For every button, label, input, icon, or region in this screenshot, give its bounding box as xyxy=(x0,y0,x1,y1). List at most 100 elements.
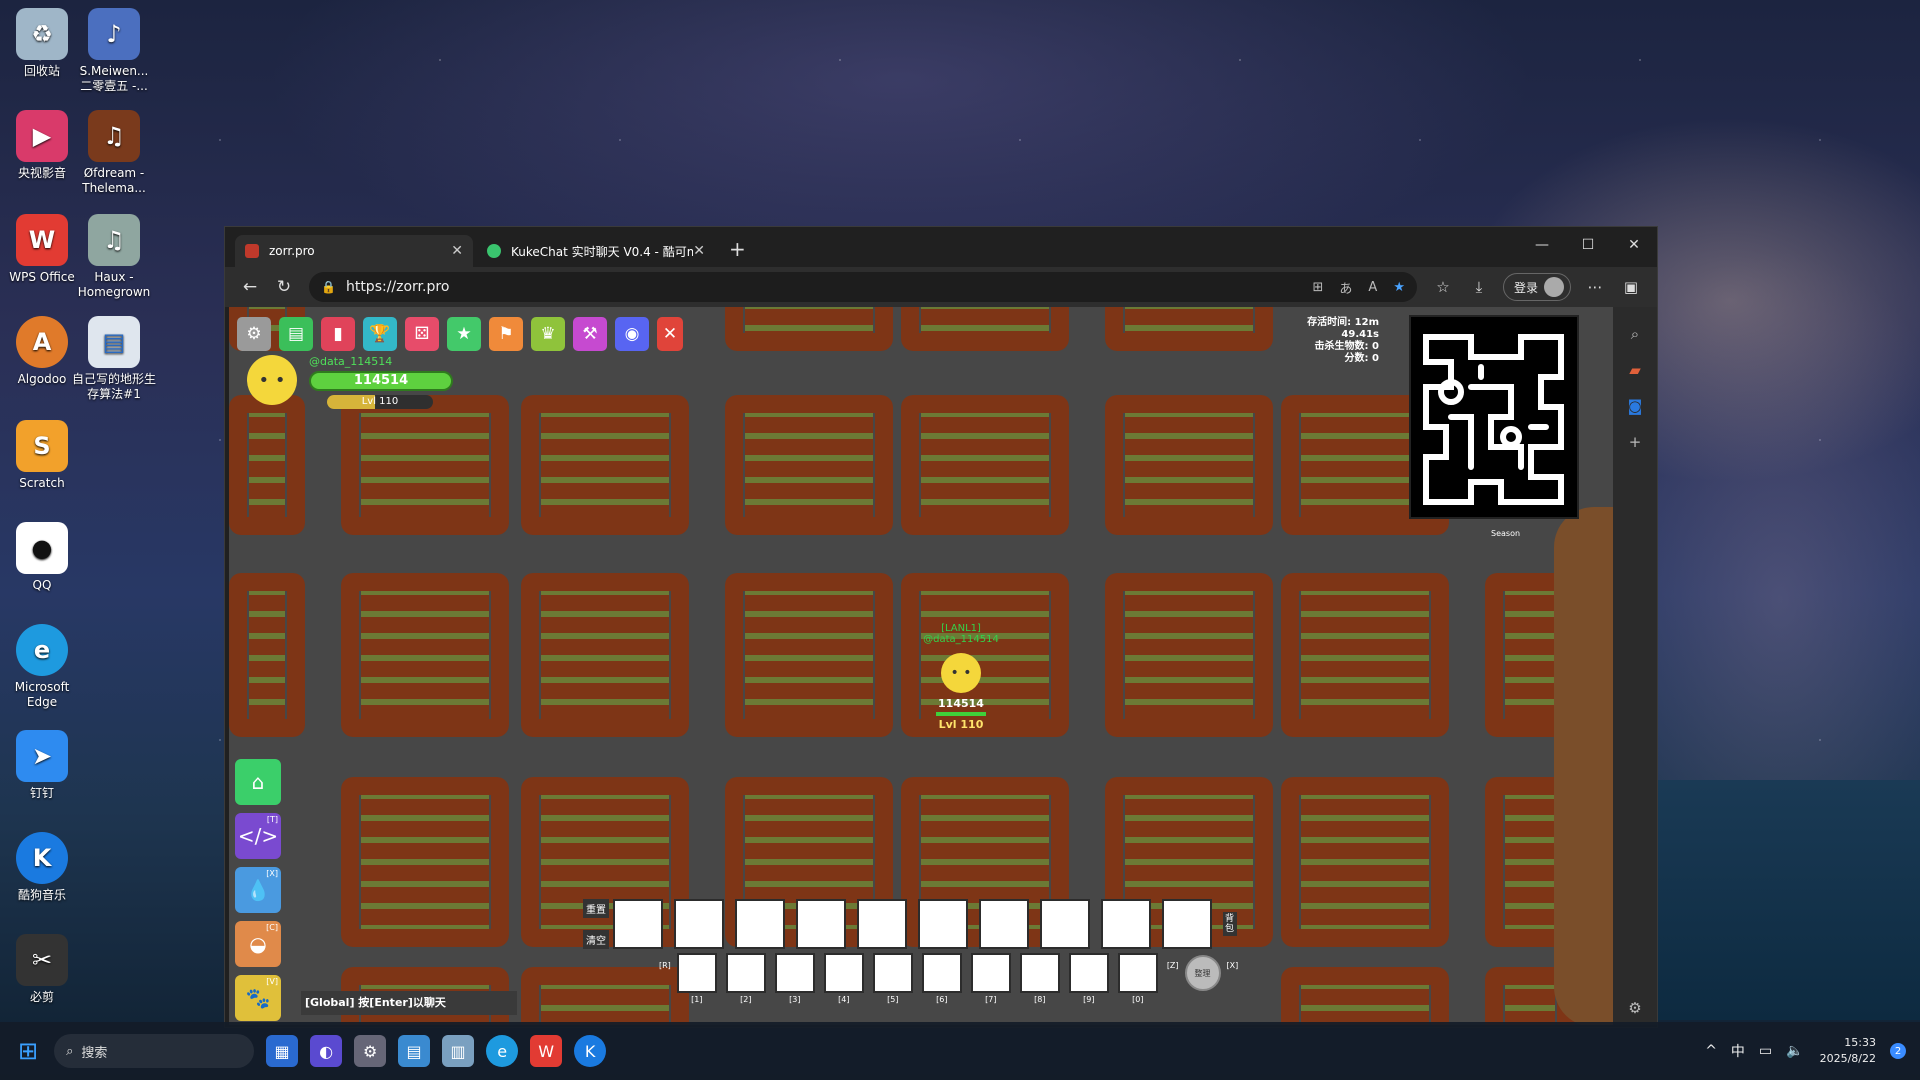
desktop-icon-bijian[interactable]: ✂ 必剪 xyxy=(0,934,84,1005)
chat-icon[interactable]: ▤ xyxy=(279,317,313,351)
favorites-icon[interactable]: ☆ xyxy=(1425,278,1461,296)
explorer-icon[interactable]: ▤ xyxy=(398,1035,431,1067)
reset-button[interactable]: 重置 xyxy=(583,899,609,918)
app-view-icon[interactable]: ⊞ xyxy=(1313,280,1324,295)
inventory-slot[interactable] xyxy=(1162,899,1212,949)
desktop-icon-meiwen[interactable]: ♪ S.Meiwen... 二零壹五 -... xyxy=(72,8,156,94)
volume-icon[interactable]: 🔈 xyxy=(1786,1043,1803,1059)
favorite-star-icon[interactable]: ★ xyxy=(1393,280,1405,295)
sort-button[interactable]: 整理 xyxy=(1184,955,1221,991)
clock[interactable]: 15:33 2025/8/22 xyxy=(1820,1035,1876,1067)
settings-gear-icon[interactable]: ⚙ xyxy=(237,317,271,351)
inventory-slot[interactable] xyxy=(857,899,907,949)
new-tab-button[interactable]: + xyxy=(719,237,756,267)
desktop-icon-edge[interactable]: e Microsoft Edge xyxy=(0,624,84,710)
shop-icon[interactable]: ⌂ xyxy=(235,759,281,805)
inventory-slot[interactable] xyxy=(735,899,785,949)
hotbar-slot[interactable]: [7] xyxy=(970,953,1011,1004)
desktop-icon-haux[interactable]: ♫ Haux - Homegrown xyxy=(72,214,156,300)
translate-icon[interactable]: あ xyxy=(1339,278,1352,297)
read-aloud-icon[interactable]: A xyxy=(1368,280,1377,295)
code-icon[interactable]: </> [T] xyxy=(235,813,281,859)
sidebar-toggle-icon[interactable]: ▣ xyxy=(1613,278,1649,296)
crown-icon[interactable]: ♛ xyxy=(531,317,565,351)
close-tab-icon[interactable]: ✕ xyxy=(451,243,463,259)
star-icon[interactable]: ★ xyxy=(447,317,481,351)
qq-penguin-icon: ● xyxy=(16,522,68,574)
add-icon[interactable]: + xyxy=(1613,433,1657,451)
settings-gear-icon[interactable]: ⚙ xyxy=(354,1035,387,1067)
inventory-slot[interactable] xyxy=(613,899,663,949)
maximize-icon[interactable]: ☐ xyxy=(1565,227,1611,263)
settings-gear-icon[interactable]: ⚙ xyxy=(1613,999,1657,1017)
hotbar-slot[interactable]: [1] xyxy=(676,953,717,1004)
desktop-icon-ofdream[interactable]: ♫ Øfdream - Thelema... xyxy=(72,110,156,196)
desktop-icon-dingtalk[interactable]: ➤ 钉钉 xyxy=(0,730,84,801)
inventory-slot[interactable] xyxy=(918,899,968,949)
hotbar-slot[interactable]: [2] xyxy=(725,953,766,1004)
discord-icon[interactable]: ◉ xyxy=(615,317,649,351)
desktop-icon-scratch[interactable]: S Scratch xyxy=(0,420,84,491)
file-icon[interactable]: ▥ xyxy=(442,1035,475,1067)
taskbar-search[interactable]: ⌕ 搜索 xyxy=(54,1034,255,1068)
outlook-icon[interactable]: ◙ xyxy=(1613,397,1657,415)
inventory-slot[interactable] xyxy=(1101,899,1151,949)
download-icon[interactable]: ⤓ xyxy=(1461,278,1497,296)
flag-icon[interactable]: ⚑ xyxy=(489,317,523,351)
system-tray: ^ 中 ▭ 🔈 15:33 2025/8/22 2 xyxy=(1691,1022,1906,1080)
back-icon[interactable]: ← xyxy=(233,277,267,297)
bijian-logo-icon: ✂ xyxy=(16,934,68,986)
trophy-icon[interactable]: 🏆 xyxy=(363,317,397,351)
bowl-icon[interactable]: ◒ [C] xyxy=(235,921,281,967)
chat-input[interactable]: [Global] 按[Enter]以聊天 xyxy=(301,991,517,1015)
toolbox-icon[interactable]: ▰ xyxy=(1613,361,1657,379)
search-icon[interactable]: ⌕ xyxy=(1613,325,1657,343)
notification-badge[interactable]: 2 xyxy=(1890,1043,1906,1059)
ime-indicator[interactable]: 中 xyxy=(1731,1041,1745,1061)
stats-bar-chart-icon[interactable]: ▮ xyxy=(321,317,355,351)
tab-zorr[interactable]: zorr.pro ✕ xyxy=(235,235,473,267)
desktop-icon-qq[interactable]: ● QQ xyxy=(0,522,84,593)
tab-kukechat[interactable]: KukeChat 实时聊天 V0.4 - 酷可m ✕ xyxy=(477,235,715,267)
hotbar-slot[interactable]: [0] xyxy=(1117,953,1158,1004)
dice-icon[interactable]: ⚄ xyxy=(405,317,439,351)
album-cover-icon: ♫ xyxy=(88,214,140,266)
farm-block xyxy=(229,573,305,737)
hotbar-slot[interactable]: [6] xyxy=(921,953,962,1004)
desktop-icon-kugou[interactable]: K 酷狗音乐 xyxy=(0,832,84,903)
url-field[interactable]: 🔒 https://zorr.pro ⊞ あ A ★ xyxy=(309,272,1417,302)
inventory-slot[interactable] xyxy=(1040,899,1090,949)
close-icon[interactable]: ✕ xyxy=(657,317,683,351)
hotbar-slot[interactable]: [5] xyxy=(872,953,913,1004)
windows-start-icon[interactable]: ⊞ xyxy=(18,1037,38,1065)
tools-icon[interactable]: ⚒ xyxy=(573,317,607,351)
game-canvas[interactable]: ⚙ ▤ ▮ 🏆 ⚄ ★ ⚑ ♛ ⚒ ◉ ✕ • • @data_114514 1… xyxy=(229,307,1613,1025)
edge-logo-icon[interactable]: e xyxy=(486,1035,519,1067)
hotbar-slot[interactable]: [4] xyxy=(823,953,864,1004)
login-button[interactable]: 登录 xyxy=(1502,273,1571,301)
farm-block xyxy=(341,777,509,947)
kugou-logo-icon[interactable]: K xyxy=(574,1035,607,1067)
hotbar-slot[interactable]: [8] xyxy=(1019,953,1060,1004)
chevron-up-icon[interactable]: ^ xyxy=(1705,1043,1717,1059)
refresh-icon[interactable]: ↻ xyxy=(267,277,301,297)
clear-button[interactable]: 清空 xyxy=(583,930,609,949)
close-window-icon[interactable]: ✕ xyxy=(1611,227,1657,263)
widgets-icon[interactable]: ▦ xyxy=(266,1035,299,1067)
desktop-icon-terrain-algo[interactable]: ▤ 自己写的地形生存算法#1 xyxy=(72,316,156,402)
wps-logo-icon[interactable]: W xyxy=(530,1035,563,1067)
more-menu-icon[interactable]: ⋯ xyxy=(1577,278,1613,296)
teams-icon[interactable]: ◐ xyxy=(310,1035,343,1067)
backpack-label[interactable]: 背包 xyxy=(1223,912,1237,936)
close-tab-icon[interactable]: ✕ xyxy=(693,243,705,259)
minimize-icon[interactable]: — xyxy=(1519,227,1565,263)
hotbar-slot[interactable]: [9] xyxy=(1068,953,1109,1004)
inventory-slot[interactable] xyxy=(796,899,846,949)
hotbar-slot[interactable]: [3] xyxy=(774,953,815,1004)
water-drop-icon[interactable]: 💧 [X] xyxy=(235,867,281,913)
inventory-slot[interactable] xyxy=(979,899,1029,949)
inventory-slot[interactable] xyxy=(674,899,724,949)
player-face-icon: • • xyxy=(247,355,297,405)
paw-icon[interactable]: 🐾 [V] xyxy=(235,975,281,1021)
network-icon[interactable]: ▭ xyxy=(1759,1043,1772,1059)
